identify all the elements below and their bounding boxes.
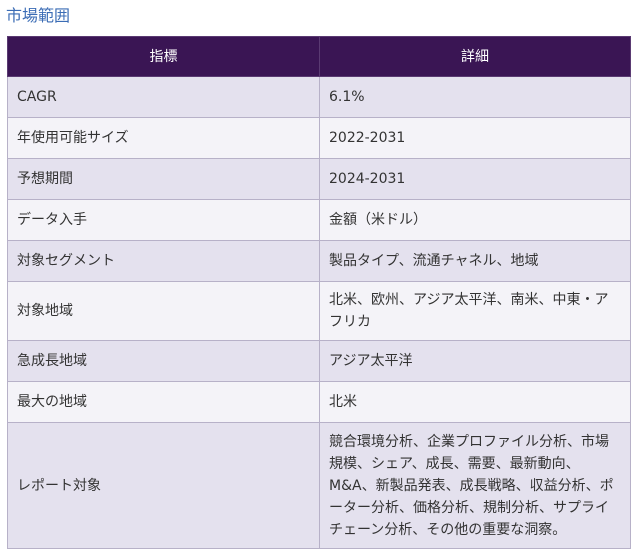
detail-cell: 製品タイプ、流通チャネル、地域 bbox=[319, 240, 631, 282]
metric-cell: 最大の地域 bbox=[7, 381, 320, 423]
table-row: 予想期間 2024-2031 bbox=[7, 158, 631, 200]
table-row: レポート対象 競合環境分析、企業プロファイル分析、市場規模、シェア、成長、需要、… bbox=[7, 422, 631, 549]
column-header-metric: 指標 bbox=[7, 36, 320, 77]
metric-cell: 対象地域 bbox=[7, 281, 320, 341]
detail-cell: 北米、欧州、アジア太平洋、南米、中東・アフリカ bbox=[319, 281, 631, 341]
detail-cell: 北米 bbox=[319, 381, 631, 423]
section-title: 市場範囲 bbox=[6, 6, 71, 25]
detail-cell: 2024-2031 bbox=[319, 158, 631, 200]
detail-cell: 競合環境分析、企業プロファイル分析、市場規模、シェア、成長、需要、最新動向、M&… bbox=[319, 422, 631, 549]
metric-cell: CAGR bbox=[7, 76, 320, 118]
metric-cell: 対象セグメント bbox=[7, 240, 320, 282]
table-row: 対象セグメント 製品タイプ、流通チャネル、地域 bbox=[7, 240, 631, 282]
column-header-detail: 詳細 bbox=[319, 36, 631, 77]
metric-cell: データ入手 bbox=[7, 199, 320, 241]
detail-cell: アジア太平洋 bbox=[319, 340, 631, 382]
table-row: データ入手 金額（米ドル） bbox=[7, 199, 631, 241]
metric-cell: レポート対象 bbox=[7, 422, 320, 549]
detail-cell: 金額（米ドル） bbox=[319, 199, 631, 241]
market-scope-table: 指標 詳細 CAGR 6.1% 年使用可能サイズ 2022-2031 予想期間 … bbox=[7, 36, 631, 549]
metric-cell: 予想期間 bbox=[7, 158, 320, 200]
table-row: CAGR 6.1% bbox=[7, 76, 631, 118]
detail-cell: 6.1% bbox=[319, 76, 631, 118]
detail-cell: 2022-2031 bbox=[319, 117, 631, 159]
table-row: 急成長地域 アジア太平洋 bbox=[7, 340, 631, 382]
metric-cell: 年使用可能サイズ bbox=[7, 117, 320, 159]
metric-cell: 急成長地域 bbox=[7, 340, 320, 382]
table-row: 対象地域 北米、欧州、アジア太平洋、南米、中東・アフリカ bbox=[7, 281, 631, 341]
table-row: 最大の地域 北米 bbox=[7, 381, 631, 423]
table-header-row: 指標 詳細 bbox=[7, 36, 631, 77]
table-row: 年使用可能サイズ 2022-2031 bbox=[7, 117, 631, 159]
